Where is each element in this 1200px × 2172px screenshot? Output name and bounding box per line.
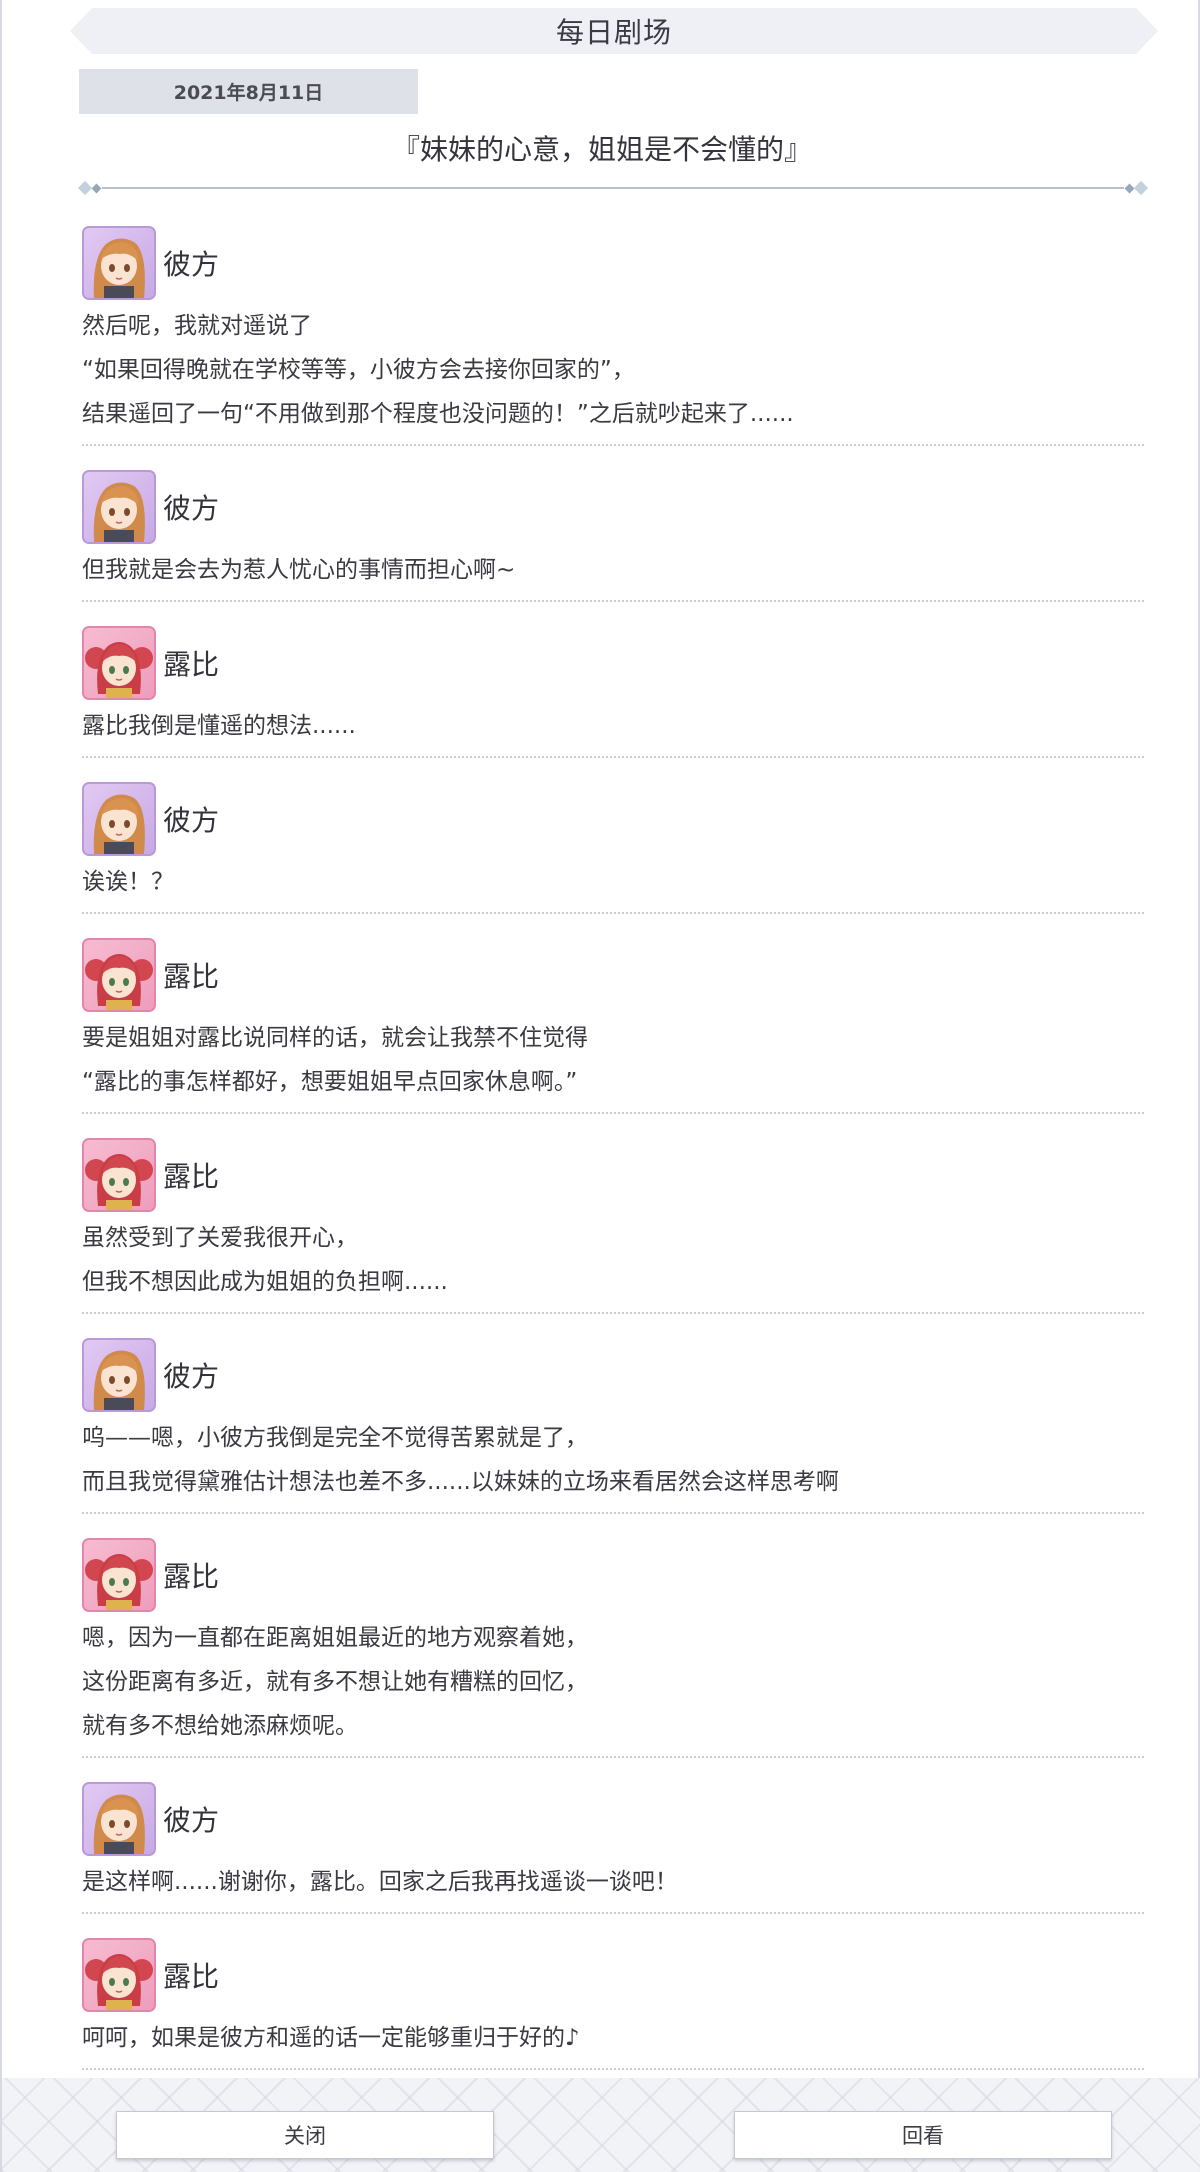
message-line: 要是姐姐对露比说同样的话，就会让我禁不住觉得: [82, 1025, 588, 1051]
speaker-row: 彼方: [82, 1338, 1144, 1412]
speaker-row: 彼方: [82, 1782, 1144, 1856]
kanata-avatar: [82, 782, 156, 856]
message-body: 露比我倒是懂遥的想法......: [82, 704, 1144, 748]
message-line: 虽然受到了关爱我很开心，: [82, 1225, 358, 1251]
speaker-row: 彼方: [82, 470, 1144, 544]
message-line: 而且我觉得黛雅估计想法也差不多......以妹妹的立场来看居然会这样思考啊: [82, 1469, 839, 1495]
episode-title: 『妹妹的心意，姐姐是不会懂的』: [391, 133, 812, 166]
speaker-name: 露比: [163, 1160, 220, 1193]
message-body: 诶诶！？: [82, 860, 1144, 904]
message-item: 露比呵呵，如果是彼方和遥的话一定能够重归于好的♪: [82, 1914, 1144, 2070]
message-line: 嗯，因为一直都在距离姐姐最近的地方观察着她，: [82, 1625, 588, 1651]
message-line: 露比我倒是懂遥的想法......: [82, 713, 356, 739]
message-body: 呵呵，如果是彼方和遥的话一定能够重归于好的♪: [82, 2016, 1144, 2060]
speaker-row: 露比: [82, 1538, 1144, 1612]
message-line: 呜——嗯，小彼方我倒是完全不觉得苦累就是了，: [82, 1425, 588, 1451]
message-line: 就有多不想给她添麻烦呢。: [82, 1713, 358, 1739]
close-button[interactable]: 关闭: [116, 2111, 494, 2159]
message-body: 呜——嗯，小彼方我倒是完全不觉得苦累就是了， 而且我觉得黛雅估计想法也差不多...…: [82, 1416, 1144, 1504]
date-tab: 2021年8月11日: [79, 69, 418, 114]
speaker-name: 彼方: [163, 492, 220, 525]
title-divider: [77, 178, 1149, 198]
message-line: 这份距离有多近，就有多不想让她有糟糕的回忆，: [82, 1669, 588, 1695]
message-item: 彼方然后呢，我就对遥说了 “如果回得晚就在学校等等，小彼方会去接你回家的”， 结果遥…: [82, 226, 1144, 446]
message-line: 结果遥回了一句“不用做到那个程度也没问题的！”之后就吵起来了......: [82, 401, 794, 427]
speaker-name: 露比: [163, 1960, 220, 1993]
message-item: 露比嗯，因为一直都在距离姐姐最近的地方观察着她， 这份距离有多近，就有多不想让她有…: [82, 1514, 1144, 1758]
message-item: 彼方呜——嗯，小彼方我倒是完全不觉得苦累就是了， 而且我觉得黛雅估计想法也差不多.…: [82, 1314, 1144, 1514]
message-item: 露比露比我倒是懂遥的想法......: [82, 602, 1144, 758]
speaker-row: 彼方: [82, 226, 1144, 300]
message-item: 露比要是姐姐对露比说同样的话，就会让我禁不住觉得 “露比的事怎样都好，想要姐姐早点…: [82, 914, 1144, 1114]
message-line: 但我不想因此成为姐姐的负担啊......: [82, 1269, 448, 1295]
message-item: 露比虽然受到了关爱我很开心， 但我不想因此成为姐姐的负担啊......: [82, 1114, 1144, 1314]
speaker-name: 彼方: [163, 1360, 220, 1393]
header-banner: 每日剧场: [70, 8, 1158, 54]
message-line: 但我就是会去为惹人忧心的事情而担心啊~: [82, 557, 516, 583]
page-title: 每日剧场: [555, 16, 672, 49]
message-line: 是这样啊......谢谢你，露比。回家之后我再找遥谈一谈吧！: [82, 1869, 678, 1895]
speaker-row: 露比: [82, 1938, 1144, 2012]
message-body: 要是姐姐对露比说同样的话，就会让我禁不住觉得 “露比的事怎样都好，想要姐姐早点回家…: [82, 1016, 1144, 1104]
kanata-avatar: [82, 226, 156, 300]
message-body: 是这样啊......谢谢你，露比。回家之后我再找遥谈一谈吧！: [82, 1860, 1144, 1904]
message-body: 嗯，因为一直都在距离姐姐最近的地方观察着她， 这份距离有多近，就有多不想让她有糟糕…: [82, 1616, 1144, 1748]
speaker-name: 彼方: [163, 1804, 220, 1837]
speaker-name: 露比: [163, 960, 220, 993]
message-line: 呵呵，如果是彼方和遥的话一定能够重归于好的♪: [82, 2025, 580, 2051]
speaker-row: 彼方: [82, 782, 1144, 856]
speaker-name: 彼方: [163, 804, 220, 837]
daily-theater-panel: 每日剧场 2021年8月11日 『妹妹的心意，姐姐是不会懂的』 彼方然后呢，我就…: [0, 0, 1200, 2172]
message-line: 诶诶！？: [82, 869, 174, 895]
kanata-avatar: [82, 470, 156, 544]
kanata-avatar: [82, 1782, 156, 1856]
ruby-avatar: [82, 1938, 156, 2012]
message-line: “露比的事怎样都好，想要姐姐早点回家休息啊。”: [82, 1069, 578, 1095]
replay-button[interactable]: 回看: [734, 2111, 1112, 2159]
speaker-name: 露比: [163, 648, 220, 681]
speaker-name: 彼方: [163, 248, 220, 281]
message-item: 彼方诶诶！？: [82, 758, 1144, 914]
message-body: 但我就是会去为惹人忧心的事情而担心啊~: [82, 548, 1144, 592]
message-line: 然后呢，我就对遥说了: [82, 313, 312, 339]
speaker-row: 露比: [82, 1138, 1144, 1212]
message-body: 虽然受到了关爱我很开心， 但我不想因此成为姐姐的负担啊......: [82, 1216, 1144, 1304]
conversation-list: 彼方 然后呢，我就对遥说了 “如果回得晚就在学校等等，小彼方会去接你回家的”， 结果遥…: [82, 226, 1144, 2070]
ruby-avatar: [82, 1538, 156, 1612]
speaker-name: 露比: [163, 1560, 220, 1593]
speaker-row: 露比: [82, 938, 1144, 1012]
ruby-avatar: [82, 938, 156, 1012]
ruby-avatar: [82, 1138, 156, 1212]
message-item: 彼方但我就是会去为惹人忧心的事情而担心啊~: [82, 446, 1144, 602]
message-item: 彼方是这样啊......谢谢你，露比。回家之后我再找遥谈一谈吧！: [82, 1758, 1144, 1914]
message-body: 然后呢，我就对遥说了 “如果回得晚就在学校等等，小彼方会去接你回家的”， 结果遥回了…: [82, 304, 1144, 436]
speaker-row: 露比: [82, 626, 1144, 700]
kanata-avatar: [82, 1338, 156, 1412]
message-line: “如果回得晚就在学校等等，小彼方会去接你回家的”，: [82, 357, 635, 383]
ruby-avatar: [82, 626, 156, 700]
